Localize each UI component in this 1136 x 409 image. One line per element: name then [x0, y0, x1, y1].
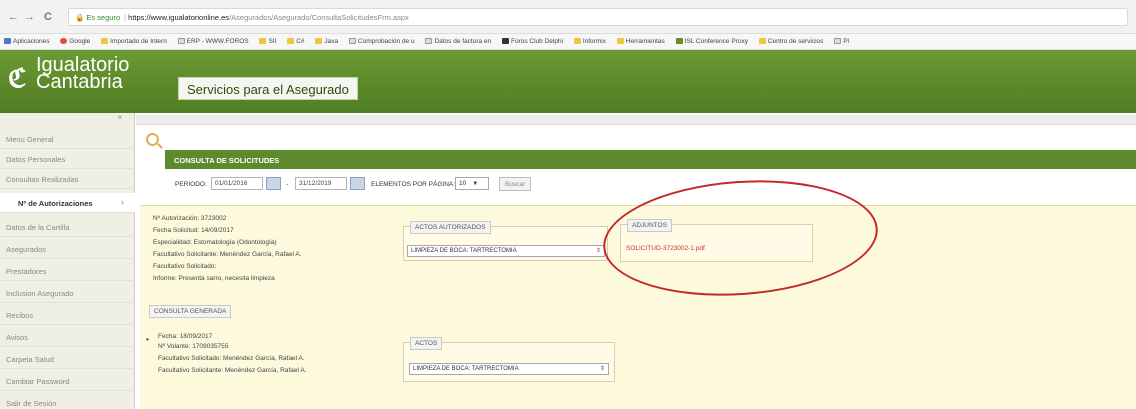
- bookmarks-bar: Aplicaciones Google Importado de Intern …: [0, 34, 1136, 50]
- folder-icon: [758, 38, 766, 44]
- dark-icon: [501, 38, 509, 44]
- page-icon: [177, 38, 185, 44]
- chevron-down-icon: ⇕: [595, 248, 601, 254]
- detail-requested-doctor: Facultativo Solicitado:: [153, 263, 217, 270]
- security-label: Es seguro: [86, 13, 121, 22]
- folder-icon: [573, 38, 581, 44]
- bookmark-csharp[interactable]: C#: [287, 38, 305, 45]
- bookmark-centro-servicios[interactable]: Centro de servicios: [758, 38, 823, 45]
- date-separator: -: [286, 181, 289, 188]
- generated-date: Fecha: 18/09/2017: [158, 333, 213, 340]
- url-host: https://www.igualatorionline.es: [128, 13, 230, 22]
- date-to-input[interactable]: 31/12/2019: [295, 177, 347, 190]
- sidebar-item-avisos[interactable]: Avisos: [0, 327, 135, 347]
- google-icon: [60, 38, 68, 44]
- search-button[interactable]: Buscar: [499, 177, 532, 191]
- bookmark-pl[interactable]: Pl: [834, 38, 849, 45]
- chevron-down-icon: ⇕: [599, 366, 605, 372]
- search-icon: [146, 133, 159, 146]
- page-icon: [834, 38, 842, 44]
- bullet-icon: •: [146, 335, 149, 344]
- bookmark-informix[interactable]: Informix: [573, 38, 606, 45]
- bookmark-foros-delphi[interactable]: Foros Club Delphi: [501, 38, 563, 45]
- generated-requesting-doctor: Facultativo Solicitante: Menéndez García…: [158, 367, 307, 374]
- chevron-right-icon: ›: [121, 197, 124, 207]
- bookmark-aplicaciones[interactable]: Aplicaciones: [4, 38, 50, 45]
- detail-authorization-number: Nº Autorización: 3723002: [153, 215, 227, 222]
- collapse-sidebar-icon[interactable]: «: [118, 114, 122, 121]
- authorized-act-select[interactable]: LIMPIEZA DE BOCA: TARTRECTOMIA ⇕: [407, 245, 605, 257]
- date-from-input[interactable]: 01/01/2016: [211, 177, 263, 190]
- section-title: CONSULTA DE SOLICITUDES: [165, 150, 1136, 169]
- sidebar-item-menu-general[interactable]: Menu General: [0, 129, 135, 149]
- page-icon: [425, 38, 433, 44]
- detail-report: Informe: Presenta sarro, necesita limpie…: [153, 275, 275, 282]
- folder-icon: [259, 38, 267, 44]
- sidebar-item-carpeta-salud[interactable]: Carpeta Salud: [0, 349, 135, 369]
- content-top-bar: [136, 115, 1136, 125]
- browser-toolbar: ← → C 🔒 Es seguro | https://www.igualatori…: [0, 0, 1136, 34]
- bookmark-erp[interactable]: ERP - WWW.FOROS: [177, 38, 249, 45]
- generated-acts-group: ACTOS LIMPIEZA DE BOCA: TARTRECTOMIA ⇕: [403, 337, 615, 382]
- apps-icon: [4, 38, 11, 44]
- url-path: /Asegurados/Asegurado/ConsultaSolicitude…: [229, 13, 409, 22]
- page-icon: [348, 38, 356, 44]
- lock-icon: 🔒: [75, 13, 85, 22]
- folder-icon: [287, 38, 295, 44]
- back-button[interactable]: ←: [8, 11, 19, 23]
- service-title: Servicios para el Asegurado: [178, 77, 358, 100]
- sidebar-item-cambiar-password[interactable]: Cambiar Password: [0, 371, 135, 391]
- sidebar-item-datos-cartilla[interactable]: Datos de la Cartilla: [0, 217, 135, 237]
- folder-icon: [101, 38, 109, 44]
- bookmark-isl[interactable]: ISL Conference Proxy: [675, 38, 748, 45]
- page-size-label: ELEMENTOS POR PÁGINA:: [371, 181, 456, 188]
- bookmark-herramientas[interactable]: Herramientas: [616, 38, 665, 45]
- detail-request-date: Fecha Solicitud: 14/09/2017: [153, 227, 234, 234]
- filter-bar: PERIODO: 01/01/2016 - 31/12/2019 ELEMENT…: [165, 175, 1136, 195]
- sidebar-item-label: Nº de Autorizaciones: [18, 199, 93, 208]
- period-label: PERIODO:: [175, 181, 207, 188]
- logo-line-2: Cantabria: [36, 71, 123, 93]
- calendar-icon[interactable]: [266, 177, 281, 190]
- reload-button[interactable]: C: [44, 11, 52, 23]
- sidebar-item-autorizaciones[interactable]: Nº de Autorizaciones ›: [0, 193, 135, 213]
- sidebar-item-prestadores[interactable]: Prestadores: [0, 261, 135, 281]
- forward-button[interactable]: →: [24, 11, 35, 23]
- sidebar: « Menu General Datos Personales Consulta…: [0, 113, 135, 409]
- bookmark-google[interactable]: Google: [60, 38, 90, 45]
- folder-icon: [315, 38, 323, 44]
- calendar-icon[interactable]: [350, 177, 365, 190]
- sidebar-item-recibos[interactable]: Recibos: [0, 305, 135, 325]
- bookmark-sii[interactable]: SII: [259, 38, 276, 45]
- chevron-down-icon: ▼: [472, 181, 479, 187]
- igualatorio-logo-icon: ℭ: [8, 63, 27, 93]
- generated-voucher-number: Nº Volante: 1709035755: [158, 343, 229, 350]
- generated-requested-doctor: Facultativo Solicitado: Menéndez García,…: [158, 355, 305, 362]
- site-header: ℭ Igualatorio Cantabria Servicios para e…: [0, 50, 1136, 113]
- sidebar-item-datos-personales[interactable]: Datos Personales: [0, 149, 135, 169]
- address-bar[interactable]: 🔒 Es seguro | https://www.igualatorionline…: [68, 8, 1128, 26]
- detail-specialty: Especialidad: Estomatología (Odontología…: [153, 239, 277, 246]
- sidebar-item-salir[interactable]: Salir de Sesión: [0, 393, 135, 409]
- detail-requesting-doctor: Facultativo Solicitante: Menéndez García…: [153, 251, 302, 258]
- generated-consult-legend: CONSULTA GENERADA: [149, 305, 232, 318]
- authorized-acts-group: ACTOS AUTORIZADOS LIMPIEZA DE BOCA: TART…: [403, 221, 608, 261]
- bookmark-importado[interactable]: Importado de Intern: [101, 38, 167, 45]
- green-icon: [675, 38, 683, 44]
- acts-legend: ACTOS: [410, 337, 443, 350]
- folder-icon: [616, 38, 624, 44]
- page-size-select[interactable]: 10 ▼: [455, 177, 489, 190]
- sidebar-item-inclusion-asegurado[interactable]: Inclusion Asegurado: [0, 283, 135, 303]
- bookmark-java[interactable]: Java: [315, 38, 338, 45]
- site-logo[interactable]: Igualatorio Cantabria: [36, 55, 129, 93]
- generated-act-select[interactable]: LIMPIEZA DE BOCA: TARTRECTOMIA ⇕: [409, 363, 609, 375]
- bookmark-comprobacion[interactable]: Comprobación de u: [348, 38, 415, 45]
- bookmark-datos-factura[interactable]: Datos de factura en: [425, 38, 491, 45]
- sidebar-item-asegurados[interactable]: Asegurados: [0, 239, 135, 259]
- authorized-acts-legend: ACTOS AUTORIZADOS: [410, 221, 491, 234]
- sidebar-item-consultas-realizadas[interactable]: Consultas Realizadas: [0, 169, 135, 189]
